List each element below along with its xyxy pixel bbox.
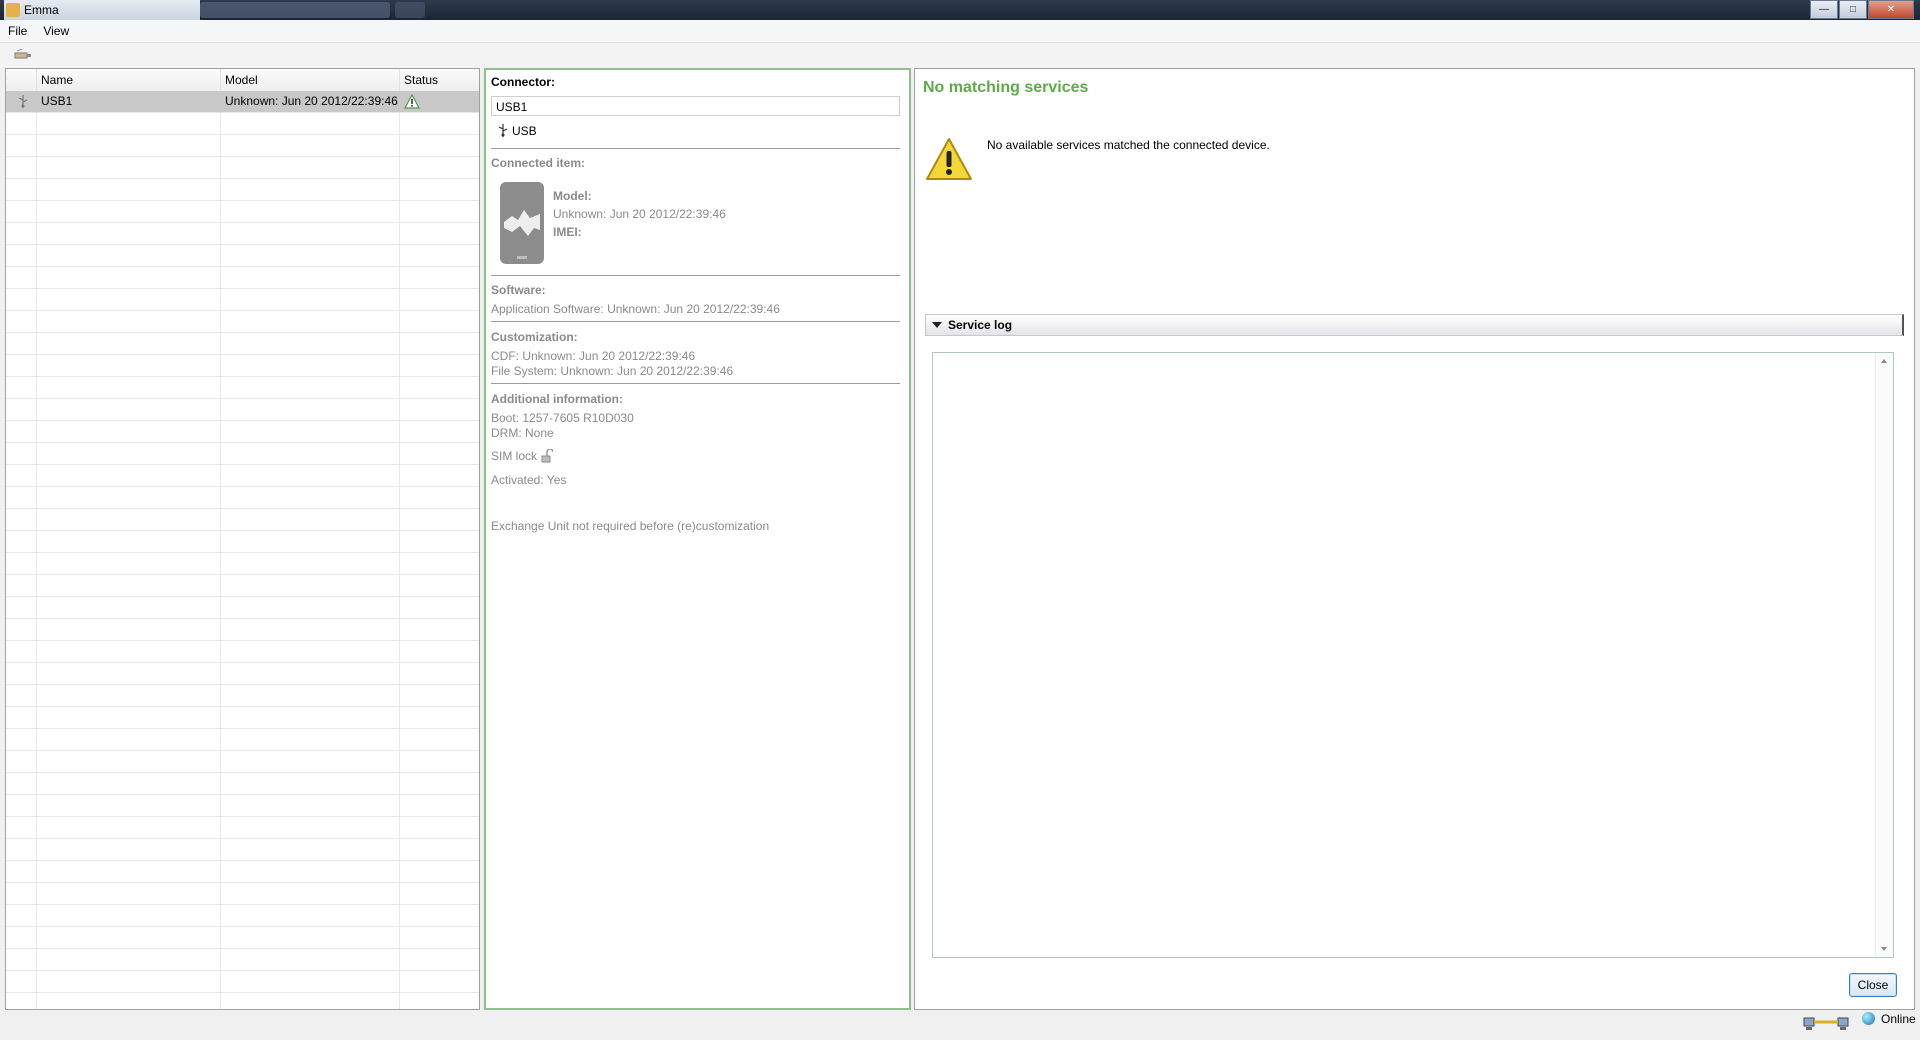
simlock-value: SIM lock [491, 449, 538, 463]
device-list-panel: Name Model Status USB1 Unknown: Jun 20 2… [5, 68, 480, 1010]
divider [491, 275, 900, 276]
globe-icon [1862, 1012, 1875, 1025]
drm-value: DRM: None [491, 426, 554, 440]
table-row[interactable]: USB1 Unknown: Jun 20 2012/22:39:46 [6, 91, 479, 112]
list-header: Name Model Status [6, 69, 479, 92]
close-button[interactable]: Close [1849, 973, 1897, 997]
exchange-unit-value: Exchange Unit not required before (re)cu… [491, 519, 770, 533]
window-title: Emma [24, 3, 59, 17]
column-header-name[interactable]: Name [37, 69, 221, 91]
menu-file[interactable]: File [0, 24, 35, 38]
usb-icon [18, 95, 28, 108]
maximize-button[interactable]: □ [1839, 0, 1867, 19]
connector-label-wrap: Connector: [491, 75, 555, 89]
connector-label: Connector: [491, 75, 555, 89]
window-title-area: Emma [4, 0, 200, 20]
service-log-label: Service log [948, 318, 1013, 332]
row-model: Unknown: Jun 20 2012/22:39:46 [225, 94, 398, 108]
chevron-down-icon [932, 322, 942, 328]
phone-screen-graphic [504, 192, 540, 259]
close-window-button[interactable]: ✕ [1868, 0, 1914, 19]
software-value: Application Software: Unknown: Jun 20 20… [491, 302, 780, 316]
model-label: Model: [553, 189, 592, 203]
connector-type: USB [512, 124, 537, 138]
menu-view[interactable]: View [35, 24, 77, 38]
services-panel: No matching services No available servic… [914, 68, 1915, 1010]
software-label: Software: [491, 283, 546, 297]
connector-field[interactable]: USB1 [491, 96, 900, 116]
connect-device-icon[interactable] [14, 49, 32, 61]
column-header-model[interactable]: Model [221, 69, 400, 91]
customization-label: Customization: [491, 330, 578, 344]
activated-value: Activated: Yes [491, 473, 567, 487]
scroll-down-icon[interactable] [1881, 947, 1887, 951]
device-list: USB1 Unknown: Jun 20 2012/22:39:46 [6, 91, 479, 1009]
column-header-status[interactable]: Status [400, 69, 479, 91]
title-bar: Emma — □ ✕ [0, 0, 1920, 20]
background-tab [200, 2, 390, 18]
column-header-icon[interactable] [6, 69, 37, 91]
status-bar [0, 1011, 1920, 1040]
menu-bar: File View [0, 20, 1920, 43]
service-log-textarea[interactable] [932, 352, 1894, 958]
online-status: Online [1881, 1012, 1916, 1026]
minimize-button[interactable]: — [1810, 0, 1838, 19]
usb-icon [498, 124, 508, 137]
app-icon [6, 3, 20, 17]
scroll-up-icon[interactable] [1881, 359, 1887, 363]
window-controls: — □ ✕ [1809, 0, 1914, 19]
warning-icon [926, 138, 972, 180]
divider [491, 321, 900, 322]
warning-icon [404, 94, 420, 109]
connected-item-label: Connected item: [491, 156, 586, 170]
boot-value: Boot: 1257-7605 R10D030 [491, 411, 634, 425]
service-log-toggle[interactable]: Service log [925, 314, 1904, 336]
phone-icon [500, 182, 544, 264]
divider [491, 148, 900, 149]
filesystem-value: File System: Unknown: Jun 20 2012/22:39:… [491, 364, 734, 378]
toolbar [0, 43, 1920, 68]
cdf-value: CDF: Unknown: Jun 20 2012/22:39:46 [491, 349, 696, 363]
unlock-icon [541, 449, 553, 463]
device-detail-panel: Connector: USB1 USB Connected item: Mode… [484, 68, 911, 1010]
services-title: No matching services [923, 79, 1089, 96]
imei-label: IMEI: [553, 225, 582, 239]
services-message: No available services matched the connec… [987, 138, 1270, 152]
model-value: Unknown: Jun 20 2012/22:39:46 [553, 207, 726, 221]
divider [491, 383, 900, 384]
background-tab [395, 2, 425, 18]
additional-info-label: Additional information: [491, 392, 623, 406]
log-scrollbar[interactable] [1875, 353, 1893, 957]
row-name: USB1 [41, 94, 73, 108]
network-connection-icon [1803, 1017, 1849, 1030]
